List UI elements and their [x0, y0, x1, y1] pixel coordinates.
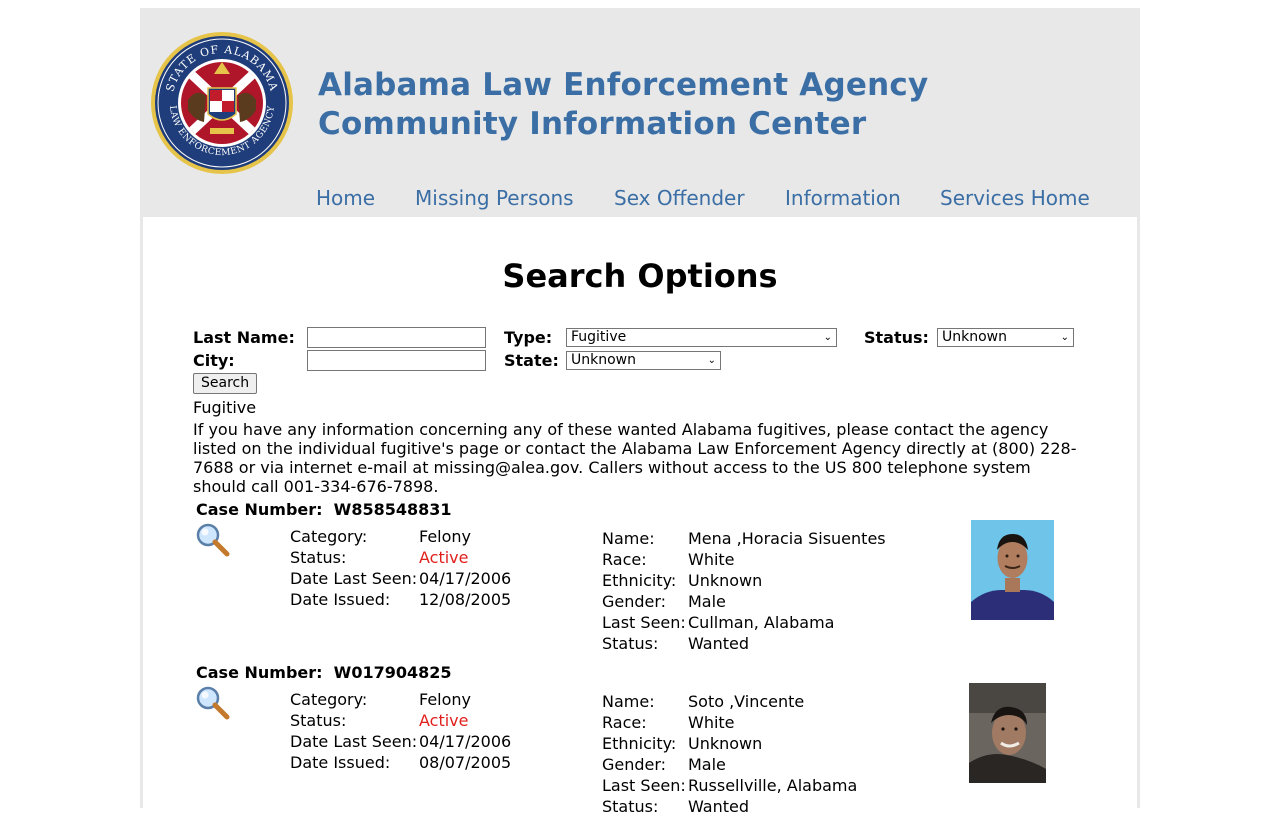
fugitive-photo[interactable]	[971, 520, 1054, 620]
type-select-value: Fugitive	[571, 329, 627, 345]
date-last-seen-value: 04/17/2006	[419, 732, 512, 751]
status-value: Active	[419, 548, 469, 567]
type-label: Type:	[504, 328, 553, 347]
race-label: Race:	[602, 550, 647, 569]
nav-services-home-link[interactable]: Services Home	[940, 186, 1090, 210]
nav-home-link[interactable]: Home	[316, 186, 375, 210]
type-select[interactable]: Fugitive ⌄	[566, 328, 837, 347]
person-status-label: Status:	[602, 634, 659, 653]
nav-information-link[interactable]: Information	[785, 186, 901, 210]
date-last-seen-label: Date Last Seen:	[290, 569, 418, 588]
alabama-seal-logo: STATE OF ALABAMA LAW ENFORCEMENT AGENCY	[151, 32, 293, 174]
main-content: Search Options Last Name: Type: Fugitive…	[143, 217, 1137, 817]
category-value: Felony	[419, 690, 472, 709]
category-label: Category:	[290, 527, 368, 546]
magnifier-icon[interactable]	[194, 685, 230, 721]
name-label: Name:	[602, 692, 655, 711]
chevron-down-icon: ⌄	[823, 332, 832, 343]
ethnicity-label: Ethnicity:	[602, 571, 677, 590]
last-seen-value: Cullman, Alabama	[688, 613, 835, 632]
gender-value: Male	[688, 592, 726, 611]
results-intro-text: If you have any information concerning a…	[193, 420, 1077, 496]
date-issued-label: Date Issued:	[290, 590, 391, 609]
site-title-line-2: Community Information Center	[318, 106, 867, 142]
gender-value: Male	[688, 755, 726, 774]
city-label: City:	[193, 351, 235, 370]
status-label: Status:	[290, 548, 347, 567]
status-label: Status:	[864, 328, 929, 347]
ethnicity-label: Ethnicity:	[602, 734, 677, 753]
race-value: White	[688, 713, 735, 732]
case-number-value: W017904825	[333, 663, 452, 682]
search-options-heading: Search Options	[502, 257, 778, 295]
last-name-input[interactable]	[307, 327, 486, 348]
site-header: STATE OF ALABAMA LAW ENFORCEMENT AGENCY …	[140, 8, 1140, 217]
gender-label: Gender:	[602, 755, 667, 774]
state-select-value: Unknown	[571, 352, 636, 368]
person-status-value: Wanted	[688, 634, 750, 653]
name-value: Soto ,Vincente	[688, 692, 805, 711]
fugitive-photo[interactable]	[969, 683, 1046, 783]
name-label: Name:	[602, 529, 655, 548]
chevron-down-icon: ⌄	[1060, 332, 1069, 343]
last-seen-label: Last Seen:	[602, 776, 686, 795]
status-select-value: Unknown	[942, 329, 1007, 345]
state-select[interactable]: Unknown ⌄	[566, 351, 721, 370]
site-title: Alabama Law Enforcement Agency Community…	[318, 66, 928, 144]
category-label: Category:	[290, 690, 368, 709]
race-value: White	[688, 550, 735, 569]
category-value: Felony	[419, 527, 472, 546]
status-label: Status:	[290, 711, 347, 730]
ethnicity-value: Unknown	[688, 571, 763, 590]
case-number-label: Case Number:	[196, 663, 323, 682]
gender-label: Gender:	[602, 592, 667, 611]
case-number-value: W858548831	[333, 500, 452, 519]
city-input[interactable]	[307, 350, 486, 371]
case-number-header: Case Number: W017904825	[196, 663, 452, 682]
name-value: Mena ,Horacia Sisuentes	[688, 529, 886, 548]
nav-sex-offender-link[interactable]: Sex Offender	[614, 186, 745, 210]
date-issued-value: 08/07/2005	[419, 753, 512, 772]
results-category-title: Fugitive	[193, 398, 257, 417]
case-number-header: Case Number: W858548831	[196, 500, 452, 519]
date-last-seen-label: Date Last Seen:	[290, 732, 418, 751]
ethnicity-value: Unknown	[688, 734, 763, 753]
last-name-label: Last Name:	[193, 328, 295, 347]
last-seen-label: Last Seen:	[602, 613, 686, 632]
date-last-seen-value: 04/17/2006	[419, 569, 512, 588]
status-value: Active	[419, 711, 469, 730]
race-label: Race:	[602, 713, 647, 732]
case-number-label: Case Number:	[196, 500, 323, 519]
date-issued-value: 12/08/2005	[419, 590, 512, 609]
last-seen-value: Russellville, Alabama	[688, 776, 858, 795]
search-button[interactable]: Search	[193, 373, 258, 394]
page-frame: STATE OF ALABAMA LAW ENFORCEMENT AGENCY …	[140, 8, 1140, 817]
chevron-down-icon: ⌄	[707, 355, 716, 366]
site-title-line-1: Alabama Law Enforcement Agency	[318, 67, 929, 103]
nav-missing-persons-link[interactable]: Missing Persons	[415, 186, 574, 210]
state-label: State:	[504, 351, 559, 370]
magnifier-icon[interactable]	[194, 522, 230, 558]
date-issued-label: Date Issued:	[290, 753, 391, 772]
status-select[interactable]: Unknown ⌄	[937, 328, 1074, 347]
